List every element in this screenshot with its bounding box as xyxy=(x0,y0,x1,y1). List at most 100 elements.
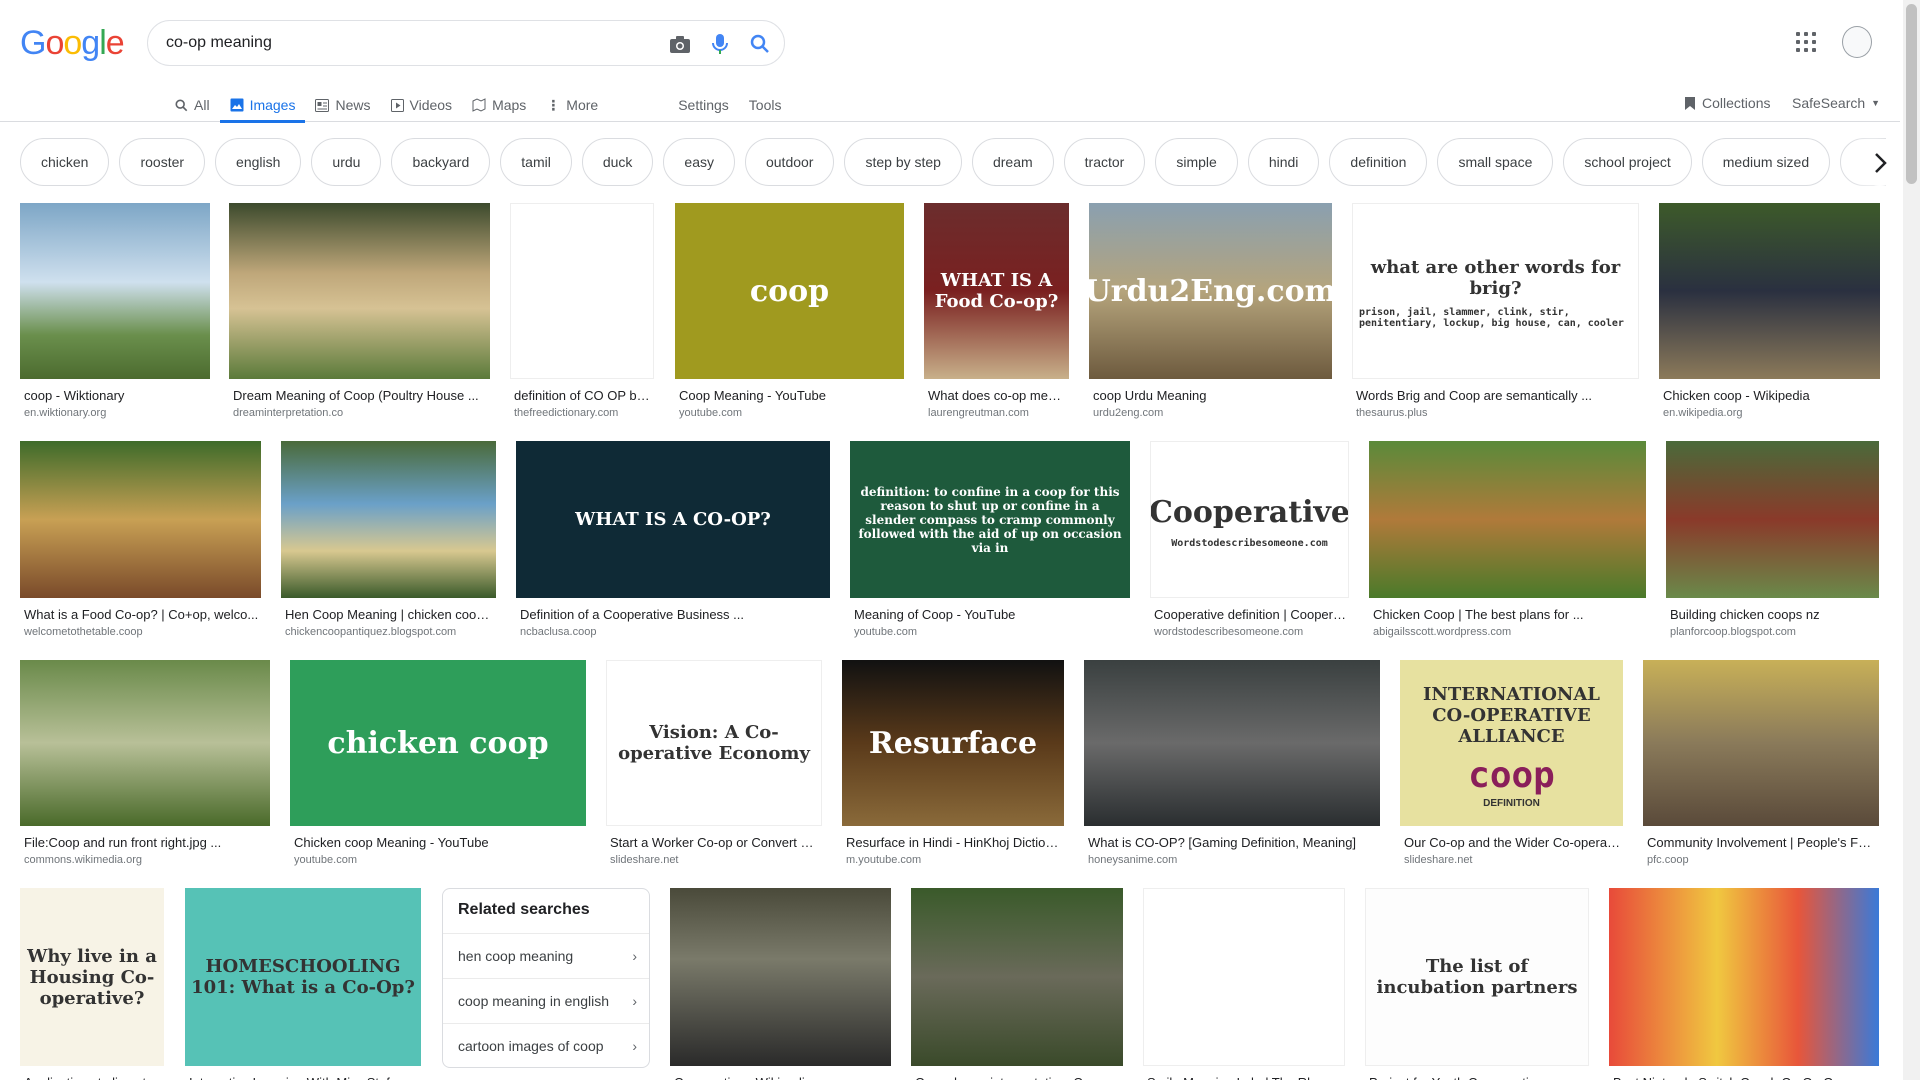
result-thumbnail[interactable]: Why live in a Housing Co-operative? xyxy=(20,888,164,1066)
result-source[interactable]: en.wikipedia.org xyxy=(1663,407,1878,419)
result-thumbnail[interactable]: chicken coop xyxy=(290,660,586,826)
result-thumbnail[interactable] xyxy=(229,203,490,379)
result-thumbnail[interactable] xyxy=(20,441,261,598)
image-result[interactable]: WHAT IS A Food Co-op? What does co-op mea… xyxy=(924,203,1069,425)
chip[interactable]: definition xyxy=(1329,138,1428,186)
image-result[interactable]: Community Involvement | People's Foo... p… xyxy=(1643,660,1879,872)
result-title[interactable]: What is CO-OP? [Gaming Definition, Meani… xyxy=(1088,835,1378,850)
result-thumbnail[interactable] xyxy=(1143,888,1345,1066)
result-thumbnail[interactable]: what are other words for brig? prison, ja… xyxy=(1352,203,1639,379)
result-title[interactable]: Cooperative definition | Coopera... xyxy=(1154,607,1347,622)
result-thumbnail[interactable]: definition: to confine in a coop for thi… xyxy=(850,441,1130,598)
result-title[interactable]: Coop Meaning - YouTube xyxy=(679,388,902,403)
safesearch-dropdown[interactable]: SafeSearch ▼ xyxy=(1792,88,1880,118)
result-source[interactable]: youtube.com xyxy=(679,407,902,419)
result-thumbnail[interactable] xyxy=(1666,441,1879,598)
tab-more[interactable]: ⋮ More xyxy=(536,88,608,122)
result-thumbnail[interactable] xyxy=(670,888,891,1066)
result-source[interactable]: thesaurus.plus xyxy=(1356,407,1637,419)
related-item[interactable]: coop meaning in english › xyxy=(443,978,649,1022)
result-source[interactable]: m.youtube.com xyxy=(846,854,1062,866)
result-source[interactable]: youtube.com xyxy=(294,854,584,866)
result-source[interactable]: dreaminterpretation.co xyxy=(233,407,488,419)
tab-images[interactable]: Images xyxy=(219,88,306,123)
chip[interactable]: school project xyxy=(1563,138,1692,186)
result-title[interactable]: Words Brig and Coop are semantically ... xyxy=(1356,388,1637,403)
image-result[interactable]: Dream Meaning of Coop (Poultry House ...… xyxy=(229,203,490,425)
tab-news[interactable]: News xyxy=(305,88,380,122)
chevron-right-icon[interactable] xyxy=(1858,140,1902,186)
result-title[interactable]: Smile Meaning Label The Rhen... xyxy=(1147,1075,1343,1080)
result-title[interactable]: coop - Wiktionary xyxy=(24,388,208,403)
camera-icon[interactable] xyxy=(668,32,692,56)
result-source[interactable]: en.wiktionary.org xyxy=(24,407,208,419)
result-source[interactable]: laurengreutman.com xyxy=(928,407,1067,419)
avatar[interactable] xyxy=(1842,26,1872,58)
result-source[interactable]: abigailsscott.wordpress.com xyxy=(1373,626,1644,638)
result-title[interactable]: Building chicken coops nz xyxy=(1670,607,1877,622)
result-source[interactable]: slideshare.net xyxy=(1404,854,1621,866)
image-result[interactable]: coop Coop Meaning - YouTube youtube.com xyxy=(675,203,904,425)
result-title[interactable]: coop Urdu Meaning xyxy=(1093,388,1330,403)
result-title[interactable]: Definition of a Cooperative Business ... xyxy=(520,607,828,622)
result-title[interactable]: Meaning of Coop - YouTube xyxy=(854,607,1128,622)
image-result[interactable]: coop - Wiktionary en.wiktionary.org xyxy=(20,203,210,425)
result-thumbnail[interactable]: coop xyxy=(675,203,904,379)
result-source[interactable]: welcometothetable.coop xyxy=(24,626,259,638)
result-title[interactable]: File:Coop and run front right.jpg ... xyxy=(24,835,268,850)
result-thumbnail[interactable] xyxy=(1659,203,1880,379)
chip[interactable]: dream xyxy=(971,138,1054,186)
image-result[interactable]: What is CO-OP? [Gaming Definition, Meani… xyxy=(1084,660,1380,872)
search-input[interactable] xyxy=(166,31,606,55)
result-thumbnail[interactable] xyxy=(911,888,1123,1066)
image-result[interactable]: definition: to confine in a coop for thi… xyxy=(850,441,1130,644)
chip[interactable]: rooster xyxy=(119,138,206,186)
result-title[interactable]: What is a Food Co-op? | Co+op, welco... xyxy=(24,607,259,622)
result-thumbnail[interactable]: Vision: A Co-operative Economy xyxy=(606,660,822,826)
chip[interactable]: small space xyxy=(1437,138,1554,186)
image-result[interactable]: File:Coop and run front right.jpg ... com… xyxy=(20,660,270,872)
chip[interactable]: english xyxy=(215,138,302,186)
image-result[interactable]: Resurface Resurface in Hindi - HinKhoj Di… xyxy=(842,660,1064,872)
result-title[interactable]: Coop dream interpretation. Coop... xyxy=(915,1075,1121,1080)
image-result[interactable]: INTERNATIONAL CO-OPERATIVE ALLIANCE coop D… xyxy=(1400,660,1623,872)
chip[interactable]: tractor xyxy=(1063,138,1146,186)
image-result[interactable]: WHAT IS A CO-OP? Definition of a Cooperat… xyxy=(516,441,830,644)
result-title[interactable]: Chicken coop Meaning - YouTube xyxy=(294,835,584,850)
result-title[interactable]: Resurface in Hindi - HinKhoj Diction... xyxy=(846,835,1062,850)
image-result[interactable]: Cooperative - Wikipedia xyxy=(670,888,891,1080)
result-source[interactable]: pfc.coop xyxy=(1647,854,1877,866)
result-title[interactable]: Project for Youth Co-operative... xyxy=(1369,1075,1587,1080)
result-thumbnail[interactable]: WHAT IS A Food Co-op? xyxy=(924,203,1069,379)
apps-grid-icon[interactable] xyxy=(1796,32,1816,52)
image-result[interactable]: Cooperative Wordstodescribesomeone.com Coo… xyxy=(1150,441,1349,644)
result-thumbnail[interactable] xyxy=(1084,660,1380,826)
tools-link[interactable]: Tools xyxy=(739,88,792,122)
chip[interactable]: easy xyxy=(663,138,735,186)
image-result[interactable]: HOMESCHOOLING 101: What is a Co-Op? Inter… xyxy=(185,888,421,1080)
result-source[interactable]: urdu2eng.com xyxy=(1093,407,1330,419)
result-title[interactable]: Start a Worker Co-op or Convert an... xyxy=(610,835,820,850)
result-title[interactable]: definition of CO OP by... xyxy=(514,388,652,403)
result-source[interactable]: wordstodescribesomeone.com xyxy=(1154,626,1347,638)
result-thumbnail[interactable] xyxy=(510,203,654,379)
result-source[interactable]: ncbaclusa.coop xyxy=(520,626,828,638)
tab-all[interactable]: All xyxy=(165,88,220,122)
image-result[interactable]: Why live in a Housing Co-operative? Appli… xyxy=(20,888,164,1080)
result-source[interactable]: planforcoop.blogspot.com xyxy=(1670,626,1877,638)
settings-link[interactable]: Settings xyxy=(668,88,739,122)
result-thumbnail[interactable]: Cooperative Wordstodescribesomeone.com xyxy=(1150,441,1349,598)
result-source[interactable]: thefreedictionary.com xyxy=(514,407,652,419)
result-title[interactable]: Interactive Learning With Miss Stefany..… xyxy=(189,1075,419,1080)
related-item[interactable]: hen coop meaning › xyxy=(443,933,649,977)
result-thumbnail[interactable]: HOMESCHOOLING 101: What is a Co-Op? xyxy=(185,888,421,1066)
chip[interactable]: outdoor xyxy=(744,138,835,186)
image-result[interactable]: What is a Food Co-op? | Co+op, welco... w… xyxy=(20,441,261,644)
result-title[interactable]: Hen Coop Meaning | chicken coop ... xyxy=(285,607,494,622)
result-thumbnail[interactable] xyxy=(1643,660,1879,826)
result-thumbnail[interactable] xyxy=(1609,888,1879,1066)
result-title[interactable]: Best Nintendo Switch Couch Co-Op Games..… xyxy=(1613,1075,1877,1080)
image-result[interactable]: Vision: A Co-operative Economy Start a Wo… xyxy=(606,660,822,872)
collections-link[interactable]: Collections xyxy=(1684,88,1770,118)
microphone-icon[interactable] xyxy=(708,32,732,56)
